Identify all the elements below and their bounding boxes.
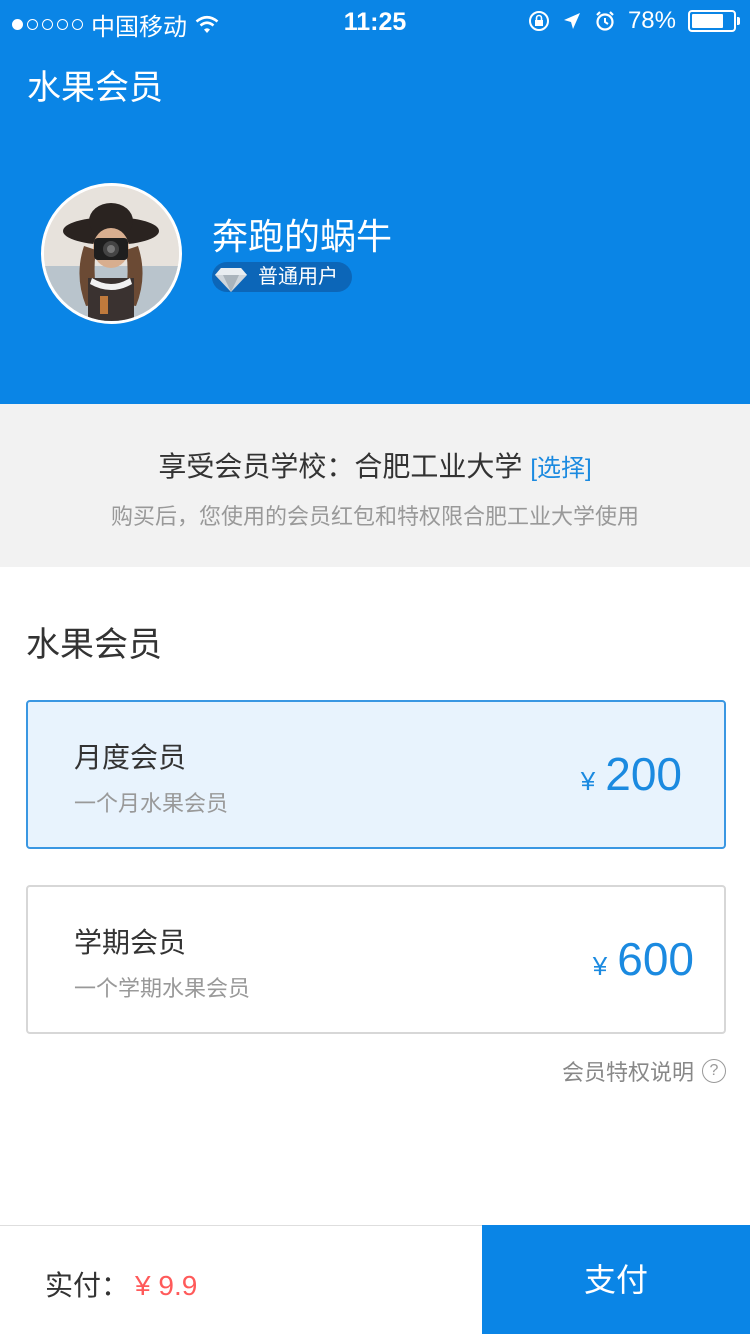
plan-price: ¥ 600	[593, 932, 694, 986]
avatar-photo	[44, 186, 179, 321]
status-right: 78%	[528, 7, 740, 35]
paid-value: ¥ 9.9	[135, 1270, 198, 1301]
school-line: 享受会员学校：合肥工业大学 [选择]	[0, 445, 750, 485]
plan-desc: 一个学期水果会员	[74, 976, 251, 1001]
question-icon: ?	[702, 1059, 726, 1083]
bottom-bar: 实付： ¥ 9.9 支付	[0, 1225, 750, 1334]
page-title: 水果会员	[27, 69, 163, 107]
school-note: 购买后，您使用的会员红包和特权限合肥工业大学使用	[110, 504, 639, 529]
plan-price: ¥ 200	[581, 747, 682, 801]
privilege-label: 会员特权说明	[561, 1060, 694, 1085]
alarm-icon	[596, 11, 614, 31]
plan-name: 月度会员	[74, 742, 187, 773]
plan-desc: 一个月水果会员	[74, 791, 229, 816]
plan-name: 学期会员	[74, 927, 187, 958]
plan-card-semester[interactable]: 学期会员 一个学期水果会员 ¥ 600	[26, 885, 726, 1034]
user-level-label: 普通用户	[258, 266, 338, 288]
battery-percent: 78%	[627, 7, 676, 34]
status-bar: 中国移动 11:25 78%	[0, 0, 750, 44]
school-section: 享受会员学校：合肥工业大学 [选择] 购买后，您使用的会员红包和特权限合肥工业大学…	[0, 404, 750, 567]
plan-amount: 600	[617, 933, 694, 985]
section-title: 水果会员	[26, 626, 162, 664]
avatar[interactable]	[41, 183, 182, 324]
header: 中国移动 11:25 78% 水果会员 奔跑的蜗牛 普通用户	[0, 0, 750, 404]
diamond-icon	[215, 268, 247, 292]
username: 奔跑的蜗牛	[212, 216, 393, 257]
paid-label: 实付：	[45, 1270, 130, 1301]
location-icon	[563, 13, 580, 29]
privilege-info-link[interactable]: 会员特权说明 ?	[562, 1055, 726, 1087]
school-label: 享受会员学校：合肥工业大学	[158, 451, 523, 482]
orientation-lock-icon	[528, 11, 549, 31]
user-level-badge: 普通用户	[212, 262, 352, 292]
pay-button[interactable]: 支付	[482, 1225, 750, 1334]
plan-card-monthly[interactable]: 月度会员 一个月水果会员 ¥ 200	[26, 700, 726, 849]
currency-symbol: ¥	[592, 951, 608, 981]
currency-symbol: ¥	[580, 766, 596, 796]
paid-amount: 实付： ¥ 9.9	[45, 1264, 197, 1304]
battery-icon	[688, 10, 740, 32]
school-select-link[interactable]: [选择]	[530, 455, 591, 482]
plan-amount: 200	[605, 748, 682, 800]
